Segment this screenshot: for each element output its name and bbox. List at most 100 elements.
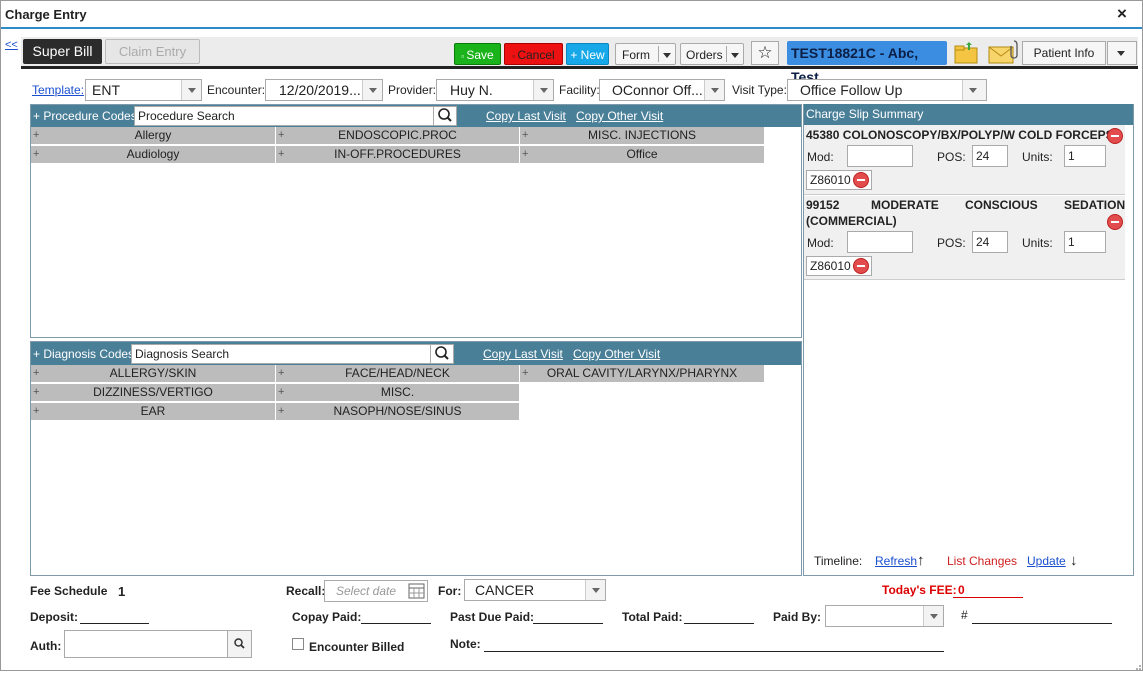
diagnosis-category[interactable]: + ORAL CAVITY/LARYNX/PHARYNX bbox=[520, 365, 765, 383]
resize-grip-icon[interactable] bbox=[1132, 660, 1142, 670]
pos-input[interactable]: 24 bbox=[972, 231, 1008, 253]
diagnosis-copy-last-visit[interactable]: Copy Last Visit bbox=[483, 347, 563, 361]
procedure-copy-last-visit[interactable]: Copy Last Visit bbox=[486, 109, 566, 123]
save-button[interactable]: ▫ Save bbox=[454, 43, 501, 65]
for-value: CANCER bbox=[475, 582, 535, 598]
search-icon[interactable] bbox=[227, 630, 252, 658]
charge-item-title-word: 99152 bbox=[806, 198, 840, 212]
procedure-copy-other-visit[interactable]: Copy Other Visit bbox=[576, 109, 663, 123]
encounter-value: 12/20/2019... bbox=[279, 82, 361, 98]
refresh-link[interactable]: Refresh bbox=[875, 554, 917, 568]
diagnosis-category[interactable]: + ALLERGY/SKIN bbox=[31, 365, 276, 383]
category-label: Allergy bbox=[134, 128, 172, 142]
cancel-button[interactable]: ▫ Cancel bbox=[504, 43, 563, 65]
arrow-down-icon: ↓ bbox=[1070, 552, 1078, 569]
procedure-codes-expand[interactable]: + Procedure Codes bbox=[33, 109, 137, 123]
chevron-down-icon bbox=[923, 606, 943, 626]
patient-info-dropdown[interactable] bbox=[1107, 41, 1137, 65]
encounter-billed-checkbox[interactable] bbox=[292, 638, 304, 650]
diagnosis-category[interactable]: + MISC. bbox=[276, 384, 520, 402]
provider-label: Provider: bbox=[388, 83, 437, 97]
diagnosis-category[interactable]: + FACE/HEAD/NECK bbox=[276, 365, 520, 383]
category-label: MISC. bbox=[380, 385, 415, 399]
form-dropdown[interactable]: Form bbox=[615, 43, 676, 65]
update-link[interactable]: Update bbox=[1027, 554, 1066, 568]
remove-icon[interactable] bbox=[853, 172, 869, 188]
calendar-icon[interactable] bbox=[406, 581, 427, 601]
remove-icon[interactable] bbox=[1107, 128, 1123, 144]
template-select[interactable]: ENT bbox=[85, 79, 202, 101]
tab-super-bill[interactable]: Super Bill bbox=[23, 39, 102, 64]
back-link[interactable]: << bbox=[5, 39, 18, 51]
tab-claim-entry[interactable]: Claim Entry bbox=[105, 39, 200, 64]
mod-input[interactable] bbox=[847, 231, 913, 253]
plus-icon: + bbox=[522, 367, 529, 379]
timeline-label: Timeline: bbox=[814, 554, 863, 568]
paid-by-select[interactable] bbox=[825, 605, 944, 627]
charge-entry-window: Charge Entry × << Super Bill Claim Entry… bbox=[0, 0, 1143, 671]
remove-icon[interactable] bbox=[853, 258, 869, 274]
mod-input[interactable] bbox=[847, 145, 913, 167]
new-button[interactable]: + New bbox=[566, 43, 609, 65]
patient-button[interactable]: TEST18821C - Abc, Test bbox=[787, 41, 947, 85]
chevron-down-icon bbox=[704, 80, 724, 100]
past-due-field[interactable] bbox=[533, 610, 603, 624]
units-label: Units: bbox=[1022, 236, 1053, 250]
procedure-category[interactable]: + ENDOSCOPIC.PROC bbox=[276, 127, 520, 145]
plus-icon: + bbox=[278, 386, 285, 398]
plus-icon: + bbox=[33, 386, 40, 398]
folder-icon[interactable] bbox=[951, 41, 981, 65]
provider-value: Huy N. bbox=[450, 82, 493, 98]
plus-icon: + bbox=[278, 148, 285, 160]
orders-dropdown[interactable]: Orders bbox=[680, 43, 744, 65]
procedure-category[interactable]: + MISC. INJECTIONS bbox=[520, 127, 765, 145]
visit-type-select[interactable]: Office Follow Up bbox=[787, 79, 987, 101]
diagnosis-code: Z86010 bbox=[810, 173, 851, 187]
template-link[interactable]: Template: bbox=[32, 83, 84, 97]
procedure-category[interactable]: + Allergy bbox=[31, 127, 276, 145]
charge-item-title: 45380 COLONOSCOPY/BX/POLYP/W COLD FORCEP… bbox=[806, 128, 1114, 142]
remove-icon[interactable] bbox=[1107, 214, 1123, 230]
patient-info-button[interactable]: Patient Info bbox=[1022, 41, 1106, 65]
facility-select[interactable]: OConnor Off... bbox=[599, 79, 725, 101]
diagnosis-search-input[interactable]: Diagnosis Search bbox=[131, 344, 431, 364]
hash-field[interactable] bbox=[972, 610, 1112, 624]
procedure-category[interactable]: + IN-OFF.PROCEDURES bbox=[276, 146, 520, 164]
encounter-select[interactable]: 12/20/2019... bbox=[265, 79, 383, 101]
close-icon[interactable]: × bbox=[1117, 4, 1127, 24]
hash-label: # bbox=[961, 608, 968, 622]
diagnosis-category[interactable]: + DIZZINESS/VERTIGO bbox=[31, 384, 276, 402]
diagnosis-copy-other-visit[interactable]: Copy Other Visit bbox=[573, 347, 660, 361]
list-changes-link[interactable]: List Changes bbox=[947, 554, 1017, 568]
pos-label: POS: bbox=[937, 150, 966, 164]
procedure-search-input[interactable]: Procedure Search bbox=[134, 106, 434, 126]
note-field[interactable] bbox=[484, 638, 944, 652]
charge-item-title-word: MODERATE bbox=[871, 198, 939, 212]
facility-value: OConnor Off... bbox=[612, 82, 703, 98]
search-icon[interactable] bbox=[433, 106, 457, 126]
star-icon[interactable]: ☆ bbox=[751, 41, 779, 65]
diagnosis-category[interactable]: + NASOPH/NOSE/SINUS bbox=[276, 403, 520, 421]
chevron-down-icon bbox=[533, 80, 553, 100]
auth-input[interactable] bbox=[64, 630, 228, 658]
provider-select[interactable]: Huy N. bbox=[436, 79, 554, 101]
deposit-field[interactable] bbox=[80, 610, 149, 624]
for-select[interactable]: CANCER bbox=[464, 579, 606, 601]
procedure-category[interactable]: + Office bbox=[520, 146, 765, 164]
total-paid-field[interactable] bbox=[684, 610, 754, 624]
search-icon[interactable] bbox=[430, 344, 454, 364]
plus-icon: + bbox=[522, 129, 529, 141]
category-label: Audiology bbox=[126, 147, 180, 161]
units-input[interactable]: 1 bbox=[1064, 145, 1106, 167]
chevron-down-icon bbox=[362, 80, 382, 100]
mail-attachment-icon[interactable] bbox=[987, 39, 1019, 65]
procedure-category[interactable]: + Audiology bbox=[31, 146, 276, 164]
auth-label: Auth: bbox=[30, 639, 62, 653]
units-input[interactable]: 1 bbox=[1064, 231, 1106, 253]
plus-icon: + bbox=[278, 405, 285, 417]
copay-field[interactable] bbox=[361, 610, 431, 624]
diagnosis-codes-expand[interactable]: + Diagnosis Codes bbox=[33, 347, 134, 361]
diagnosis-category[interactable]: + EAR bbox=[31, 403, 276, 421]
pos-input[interactable]: 24 bbox=[972, 145, 1008, 167]
category-label: MISC. INJECTIONS bbox=[587, 128, 696, 142]
